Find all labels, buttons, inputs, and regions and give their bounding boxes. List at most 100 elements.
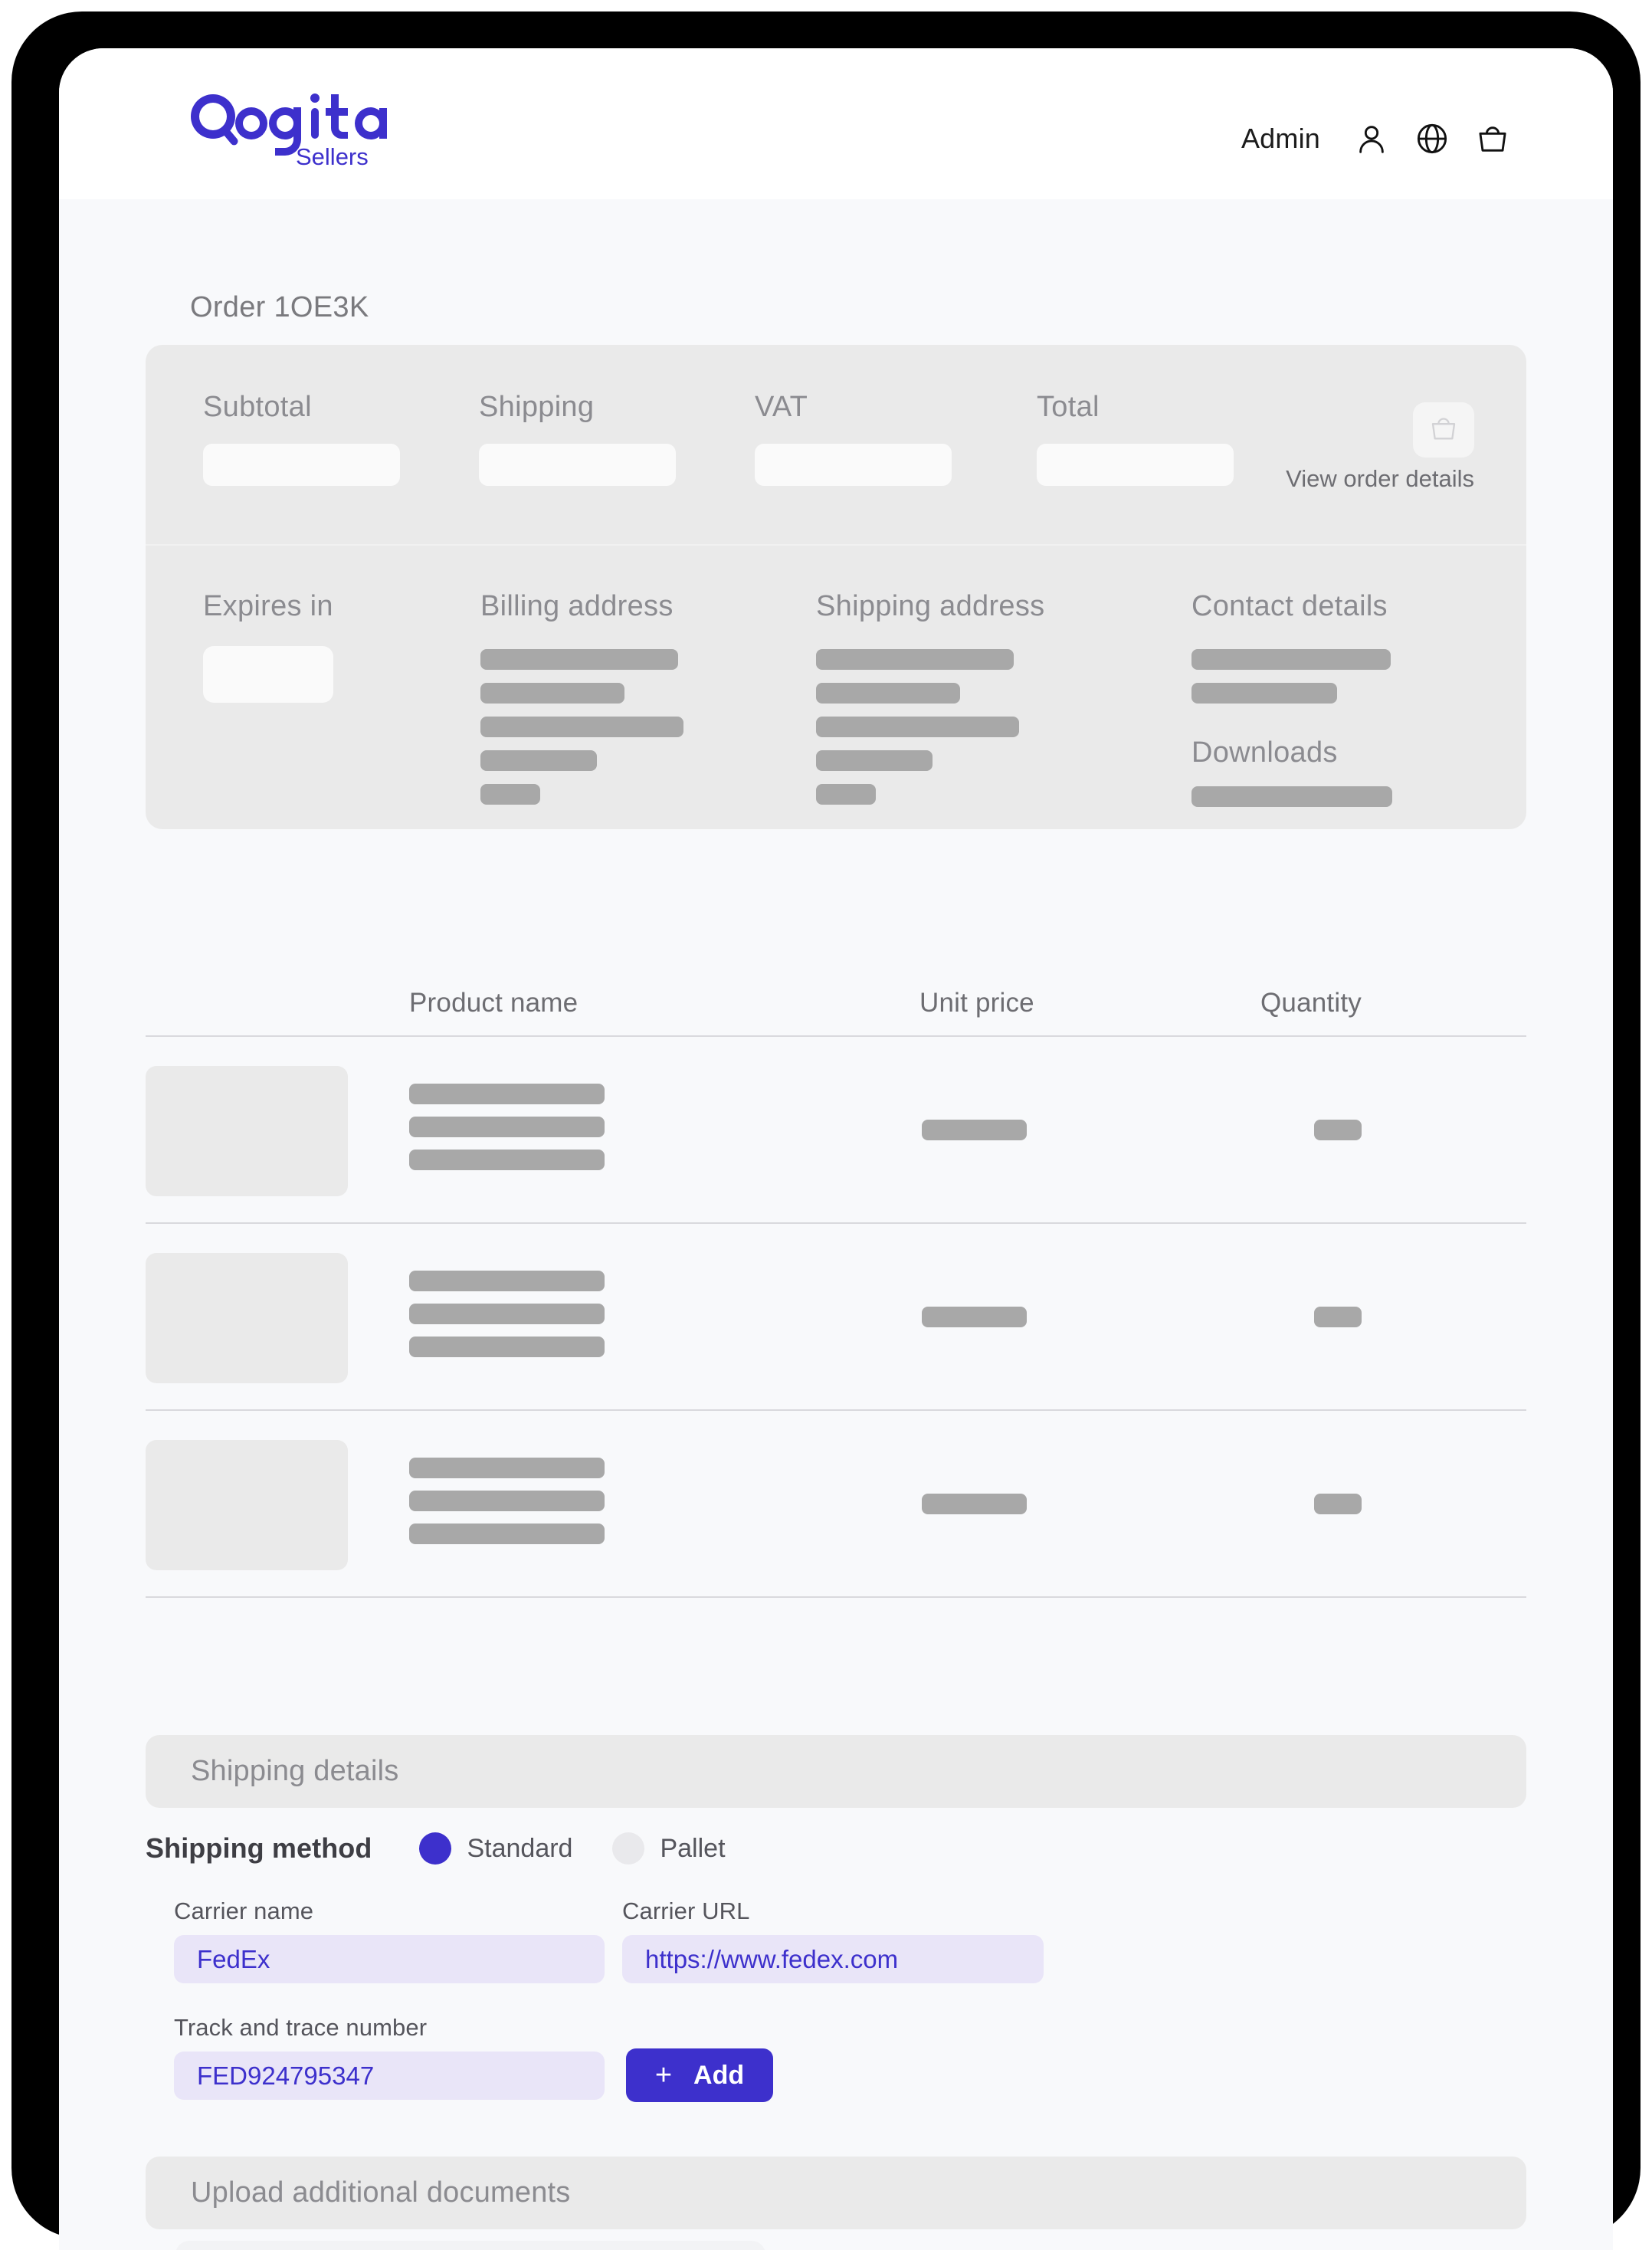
skeleton-line — [409, 1084, 605, 1104]
product-quantity-skeleton — [1314, 1494, 1362, 1514]
order-address-row: Expires in Billing address Shipping addr… — [146, 546, 1526, 829]
table-row[interactable] — [146, 1411, 1526, 1598]
shipping-address-label: Shipping address — [816, 590, 1045, 622]
column-header-quantity: Quantity — [1260, 988, 1362, 1018]
product-table: Product name Unit price Quantity — [146, 966, 1526, 1598]
plus-icon: + — [654, 2059, 673, 2091]
summary-shipping-skeleton — [479, 444, 676, 486]
expires-in-block: Expires in — [203, 590, 333, 703]
product-price-skeleton — [922, 1120, 1027, 1140]
radio-standard-label: Standard — [467, 1833, 573, 1863]
qogita-sellers-logo[interactable]: Sellers — [188, 88, 418, 172]
skeleton-line — [409, 1458, 605, 1478]
table-row[interactable] — [146, 1037, 1526, 1224]
skeleton-line — [409, 1337, 605, 1357]
downloads-label: Downloads — [1191, 736, 1338, 769]
product-name-skeleton — [409, 1458, 605, 1556]
user-icon[interactable] — [1353, 120, 1390, 157]
billing-address-block: Billing address — [480, 590, 683, 805]
column-header-product-name: Product name — [409, 988, 579, 1018]
order-basket-button[interactable] — [1413, 402, 1474, 458]
carrier-name-label: Carrier name — [174, 1897, 314, 1924]
add-button-label: Add — [693, 2060, 745, 2090]
summary-shipping-label: Shipping — [479, 391, 595, 423]
view-order-details[interactable]: View order details — [1191, 402, 1474, 493]
header-actions: Admin — [1241, 120, 1511, 157]
svg-text:Sellers: Sellers — [296, 143, 369, 170]
skeleton-line — [1191, 649, 1391, 670]
view-order-details-label: View order details — [1286, 465, 1474, 492]
upload-documents-title: Upload additional documents — [191, 2176, 571, 2209]
skeleton-line — [816, 717, 1019, 737]
globe-icon[interactable] — [1414, 120, 1450, 157]
shipping-method-label: Shipping method — [146, 1832, 372, 1864]
track-and-trace-input[interactable] — [174, 2052, 605, 2100]
radio-option-standard[interactable]: Standard — [419, 1832, 572, 1865]
contact-details-label: Contact details — [1191, 590, 1388, 622]
skeleton-line — [816, 649, 1014, 670]
upload-documents-section-header: Upload additional documents — [146, 2157, 1526, 2229]
skeleton-line — [816, 784, 876, 805]
product-name-skeleton — [409, 1084, 605, 1182]
shipping-method-row: Shipping method Standard Pallet — [146, 1827, 765, 1870]
skeleton-line — [480, 717, 683, 737]
basket-icon — [1428, 413, 1459, 448]
expires-in-label: Expires in — [203, 590, 333, 622]
carrier-url-label: Carrier URL — [622, 1897, 750, 1924]
skeleton-line — [480, 649, 678, 670]
skeleton-line — [409, 1491, 605, 1511]
skeleton-line — [409, 1304, 605, 1324]
track-and-trace-label: Track and trace number — [174, 2014, 428, 2041]
product-price-skeleton — [922, 1307, 1027, 1327]
summary-shipping: Shipping — [479, 391, 676, 486]
carrier-name-field: Carrier name — [174, 1897, 605, 1983]
radio-option-pallet[interactable]: Pallet — [612, 1832, 726, 1865]
skeleton-line — [480, 784, 540, 805]
device-screen: Sellers Admin Order 1OE3K Subtotal Shipp… — [59, 48, 1613, 2250]
app-header: Sellers Admin — [59, 48, 1613, 199]
product-name-skeleton — [409, 1271, 605, 1369]
expires-in-skeleton — [203, 646, 333, 703]
skeleton-line — [409, 1524, 605, 1544]
product-image-skeleton — [146, 1440, 348, 1570]
basket-icon[interactable] — [1474, 120, 1511, 157]
billing-address-label: Billing address — [480, 590, 674, 622]
radio-pallet-label: Pallet — [660, 1833, 726, 1863]
summary-vat-skeleton — [755, 444, 952, 486]
skeleton-line — [409, 1271, 605, 1291]
product-quantity-skeleton — [1314, 1307, 1362, 1327]
product-quantity-skeleton — [1314, 1120, 1362, 1140]
skeleton-line — [816, 683, 960, 704]
product-image-skeleton — [146, 1066, 348, 1196]
summary-vat: VAT — [755, 391, 952, 486]
skeleton-line — [480, 683, 624, 704]
skeleton-line — [816, 750, 933, 771]
product-image-skeleton — [146, 1253, 348, 1383]
summary-subtotal: Subtotal — [203, 391, 400, 486]
carrier-url-input[interactable] — [622, 1935, 1044, 1983]
shipping-address-block: Shipping address — [816, 590, 1044, 805]
add-tracking-button[interactable]: + Add — [626, 2048, 773, 2102]
device-frame: Sellers Admin Order 1OE3K Subtotal Shipp… — [11, 11, 1641, 2250]
shipping-details-title: Shipping details — [191, 1755, 399, 1787]
skeleton-line — [409, 1150, 605, 1170]
product-price-skeleton — [922, 1494, 1027, 1514]
skeleton-line — [480, 750, 597, 771]
skeleton-line — [1191, 786, 1392, 807]
order-summary-card: Subtotal Shipping VAT Total View order d… — [146, 345, 1526, 829]
upload-dropzone[interactable]: + — [175, 2241, 765, 2250]
radio-standard-icon — [419, 1832, 452, 1865]
admin-label: Admin — [1241, 123, 1320, 154]
page-title: Order 1OE3K — [190, 291, 369, 323]
carrier-name-input[interactable] — [174, 1935, 605, 1983]
radio-pallet-icon — [612, 1832, 645, 1865]
summary-vat-label: VAT — [755, 391, 808, 423]
carrier-url-field: Carrier URL — [622, 1897, 1044, 1983]
order-totals-row: Subtotal Shipping VAT Total View order d… — [146, 345, 1526, 546]
skeleton-line — [1191, 683, 1337, 704]
table-row[interactable] — [146, 1224, 1526, 1411]
page-body: Order 1OE3K Subtotal Shipping VAT Total … — [59, 199, 1613, 2250]
track-and-trace-field: Track and trace number — [174, 2014, 605, 2100]
contact-details-block: Contact details Downloads — [1191, 590, 1392, 807]
product-table-header: Product name Unit price Quantity — [146, 966, 1526, 1037]
